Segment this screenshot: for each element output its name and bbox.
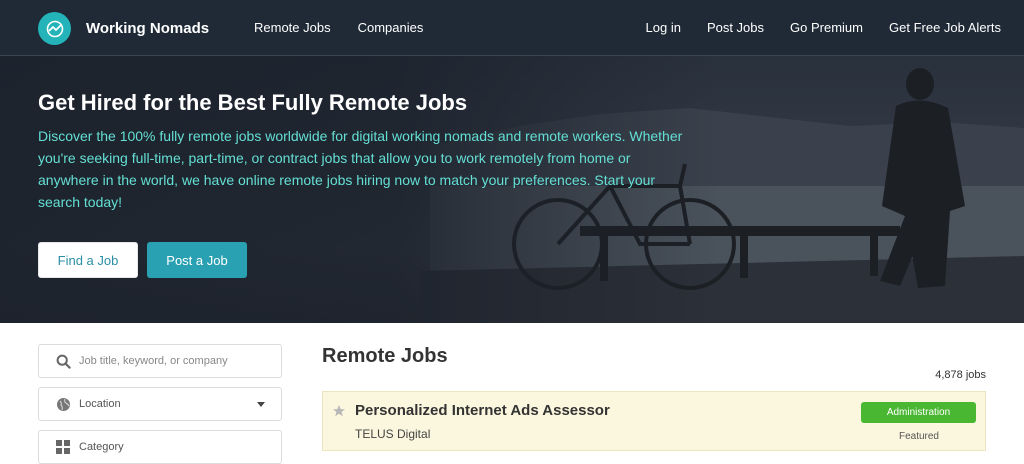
location-label: Location [79,398,121,410]
logo-icon [38,12,71,45]
job-title[interactable]: Personalized Internet Ads Assessor [355,402,610,419]
chevron-down-icon [257,402,265,407]
brand-logo[interactable]: Working Nomads [38,12,209,45]
nav-post-jobs[interactable]: Post Jobs [707,20,764,35]
nav-companies[interactable]: Companies [358,20,424,35]
location-select[interactable]: Location [38,387,282,421]
page-title: Remote Jobs [322,345,448,367]
find-job-button[interactable]: Find a Job [38,242,138,278]
nav-go-premium[interactable]: Go Premium [790,20,863,35]
job-company[interactable]: TELUS Digital [355,427,430,441]
hero-title: Get Hired for the Best Fully Remote Jobs [38,90,468,115]
category-label: Category [79,441,124,453]
primary-nav: Remote Jobs Companies [254,20,423,35]
account-nav: Log in Post Jobs Go Premium Get Free Job… [646,20,1001,35]
search-input[interactable] [79,355,269,367]
category-select[interactable]: Category [38,430,282,464]
job-card[interactable]: Personalized Internet Ads Assessor TELUS… [322,391,986,451]
hero-banner: Get Hired for the Best Fully Remote Jobs… [0,56,1024,323]
nav-log-in[interactable]: Log in [646,20,681,35]
featured-label: Featured [898,431,939,442]
search-box [38,344,282,378]
hero-description: Discover the 100% fully remote jobs worl… [38,128,683,210]
top-navigation: Working Nomads Remote Jobs Companies Log… [0,0,1024,56]
job-count: 4,878 jobs [935,369,986,381]
globe-icon [55,396,71,412]
search-icon [55,353,71,369]
star-icon[interactable] [332,404,346,418]
grid-icon [55,439,71,455]
brand-name: Working Nomads [86,20,210,37]
nav-job-alerts[interactable]: Get Free Job Alerts [889,20,1001,35]
category-tag[interactable]: Administration [861,402,976,423]
post-job-button[interactable]: Post a Job [147,242,247,278]
nav-remote-jobs[interactable]: Remote Jobs [254,20,331,35]
